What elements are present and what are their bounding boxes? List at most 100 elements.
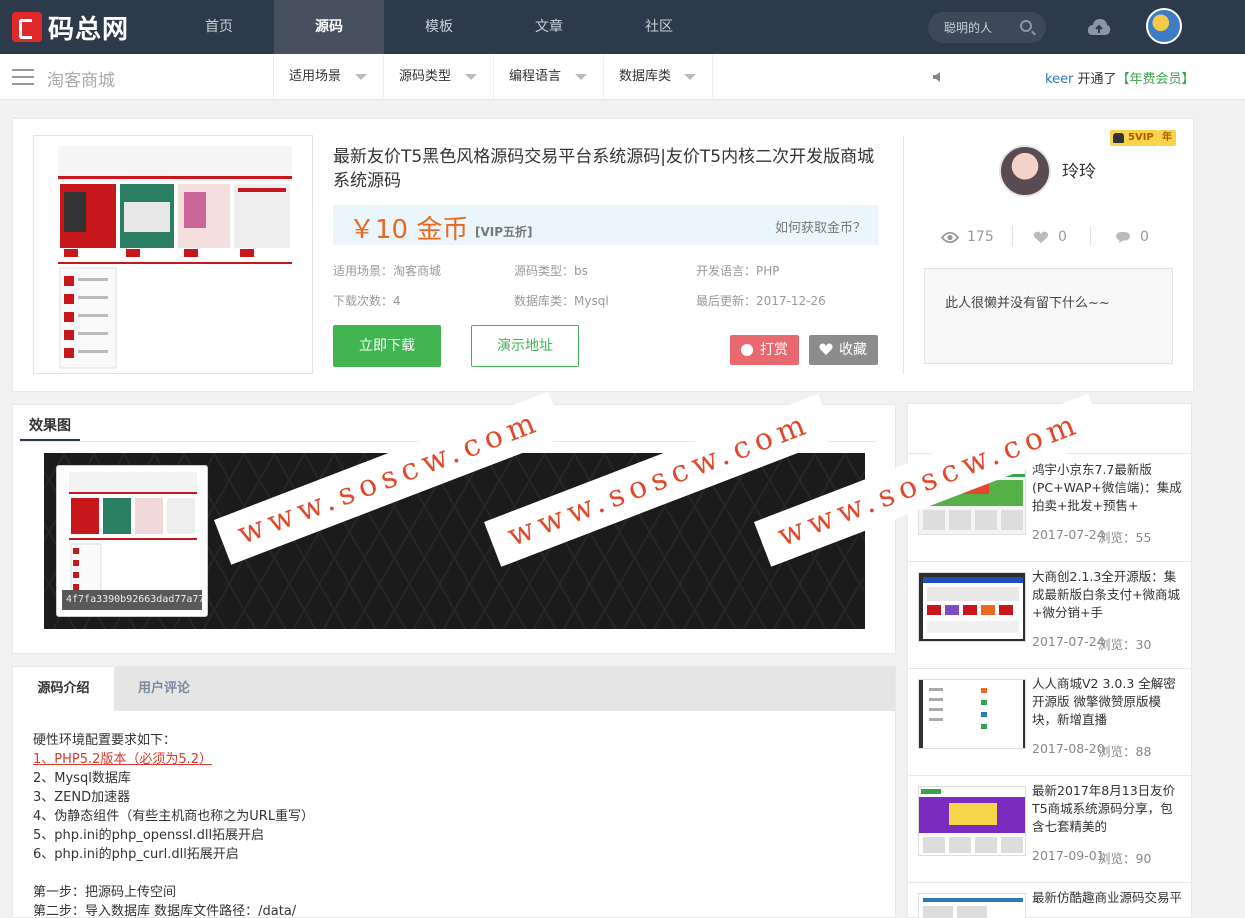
related-title[interactable]: 鸿宇小京东7.7最新版(PC+WAP+微信端)：集成拍卖+批发+预售+: [1032, 461, 1184, 515]
views-stat: 175: [941, 229, 994, 245]
author-bio: 此人很懒并没有留下什么~~: [924, 268, 1173, 364]
comments-stat[interactable]: 0: [1114, 229, 1149, 245]
chevron-down-icon: [355, 74, 367, 80]
category-title: 淘客商城: [47, 71, 115, 91]
search-input[interactable]: [944, 18, 1016, 37]
requirement-6: 6、php.ini的php_curl.dll拓展开启: [33, 847, 239, 862]
menu-icon[interactable]: [12, 69, 34, 85]
filter-type[interactable]: 源码类型: [383, 54, 493, 100]
related-item[interactable]: 最新仿酷趣商业源码交易平: [908, 883, 1192, 918]
product-price: ￥10 金币: [349, 215, 469, 245]
search-icon[interactable]: [1020, 20, 1032, 32]
related-item[interactable]: 人人商城V2 3.0.3 全解密开源版 微擎微赞原版模块，新增直播 2017-0…: [908, 669, 1192, 776]
speaker-icon: [933, 72, 940, 82]
demo-button[interactable]: 演示地址: [471, 325, 579, 367]
meta-scene: 适用场景：淘客商城: [333, 264, 442, 278]
requirement-2: 2、Mysql数据库: [33, 771, 131, 786]
filter-scene[interactable]: 适用场景: [273, 54, 383, 100]
notice-text: 开通了: [1073, 72, 1117, 87]
related-views: 浏览：30: [1098, 637, 1152, 652]
meta-downloads: 下载次数：4: [333, 294, 401, 308]
meta-language: 开发语言：PHP: [696, 264, 780, 278]
step-2: 第二步：导入数据库 数据库文件路径：/data/: [33, 904, 297, 918]
vip-discount: [VIP五折]: [475, 225, 533, 239]
related-title[interactable]: 大商创2.1.3全开源版：集成最新版白条支付+微商城+微分销+手: [1032, 568, 1184, 622]
related-thumbnail[interactable]: [918, 786, 1026, 856]
card-divider: [903, 136, 904, 374]
filter-language[interactable]: 编程语言: [493, 54, 603, 100]
filter-database-label: 数据库类: [619, 69, 672, 84]
tip-button[interactable]: 打赏: [730, 335, 799, 365]
related-item[interactable]: 大商创2.1.3全开源版：集成最新版白条支付+微商城+微分销+手 2017-07…: [908, 562, 1192, 669]
tab-user-comments[interactable]: 用户评论: [114, 667, 214, 711]
user-avatar[interactable]: [1146, 8, 1182, 44]
author-name[interactable]: 玲玲: [1062, 157, 1096, 182]
chevron-down-icon: [575, 74, 587, 80]
nav-articles[interactable]: 文章: [494, 0, 604, 54]
how-to-get-coins-link[interactable]: 如何获取金币？: [775, 217, 866, 236]
related-thumbnail[interactable]: [918, 572, 1026, 642]
meta-type: 源码类型：bs: [514, 264, 588, 278]
requirement-4: 4、伪静态组件（有些主机商也称之为URL重写）: [33, 809, 315, 824]
eye-icon: [941, 231, 959, 244]
search-box: [928, 12, 1046, 43]
thumbnail-screenshot: [58, 146, 292, 369]
product-thumbnail[interactable]: [33, 135, 313, 374]
top-nav: 码总网 首页 源码 模板 文章 社区: [0, 0, 1245, 54]
related-date: 2017-08-20: [1032, 741, 1105, 756]
favorite-label: 收藏: [839, 342, 867, 358]
filter-scene-label: 适用场景: [289, 69, 342, 84]
likes-count: 0: [1058, 229, 1067, 245]
chevron-down-icon: [465, 74, 477, 80]
nav-source[interactable]: 源码: [274, 0, 384, 54]
cloud-upload-icon[interactable]: [1087, 17, 1111, 37]
related-date: 2017-07-24: [1032, 634, 1105, 649]
chevron-down-icon: [684, 74, 696, 80]
requirement-3: 3、ZEND加速器: [33, 790, 131, 805]
filter-database[interactable]: 数据库类: [603, 54, 713, 100]
annual-badge: 年: [1158, 130, 1176, 146]
stat-divider: [1090, 226, 1091, 246]
logo-mark-icon: [12, 12, 42, 42]
product-title: 最新友价T5黑色风格源码交易平台系统源码|友价T5内核二次开发版商城系统源码: [333, 147, 875, 191]
favorite-button[interactable]: 收藏: [809, 335, 878, 365]
image-hash: 4f7fa3390b92663dad77a77: [62, 590, 202, 610]
logo-text: 码总网: [48, 14, 130, 45]
heart-icon: [819, 343, 833, 355]
related-title[interactable]: 最新2017年8月13日友价T5商城系统源码分享，包含七套精美的: [1032, 782, 1184, 836]
related-thumbnail[interactable]: [918, 893, 1026, 918]
comment-icon: [1116, 231, 1130, 244]
related-views: 浏览：55: [1098, 530, 1152, 545]
price-box: ￥10 金币 [VIP五折] 如何获取金币？: [333, 205, 878, 245]
related-thumbnail[interactable]: [918, 679, 1026, 749]
tab-source-intro[interactable]: 源码介绍: [13, 667, 114, 711]
nav-community[interactable]: 社区: [604, 0, 714, 54]
views-count: 175: [967, 229, 994, 245]
filter-language-label: 编程语言: [509, 69, 562, 84]
related-views: 浏览：88: [1098, 744, 1152, 759]
filter-type-label: 源码类型: [399, 69, 452, 84]
intro-heading: 硬性环境配置要求如下：: [33, 733, 177, 748]
stat-divider: [1012, 226, 1013, 246]
meta-database: 数据库类：Mysql: [514, 294, 609, 308]
related-item[interactable]: 最新2017年8月13日友价T5商城系统源码分享，包含七套精美的 2017-09…: [908, 776, 1192, 883]
notice-user[interactable]: keer: [1045, 72, 1073, 87]
heart-icon: [1033, 231, 1049, 244]
nav-templates[interactable]: 模板: [384, 0, 494, 54]
author-avatar[interactable]: [999, 145, 1051, 197]
notice-vip: 【年费会员】: [1116, 72, 1195, 87]
nav-home[interactable]: 首页: [164, 0, 274, 54]
related-date: 2017-09-01: [1032, 848, 1105, 863]
related-title[interactable]: 最新仿酷趣商业源码交易平: [1032, 889, 1184, 907]
member-notice: keer 开通了【年费会员】: [1045, 68, 1195, 87]
requirement-1[interactable]: 1、PHP5.2版本（必须为5.2）: [33, 750, 314, 769]
tab-preview[interactable]: 效果图: [20, 411, 80, 441]
likes-stat[interactable]: 0: [1032, 229, 1067, 245]
vip-level-badge: 5VIP: [1110, 130, 1158, 146]
intro-content: 硬性环境配置要求如下： 1、PHP5.2版本（必须为5.2） 2、Mysql数据…: [33, 731, 314, 918]
download-button[interactable]: 立即下载: [333, 325, 441, 367]
site-logo[interactable]: 码总网: [12, 9, 129, 45]
related-title[interactable]: 人人商城V2 3.0.3 全解密开源版 微擎微赞原版模块，新增直播: [1032, 675, 1184, 729]
comments-count: 0: [1140, 229, 1149, 245]
